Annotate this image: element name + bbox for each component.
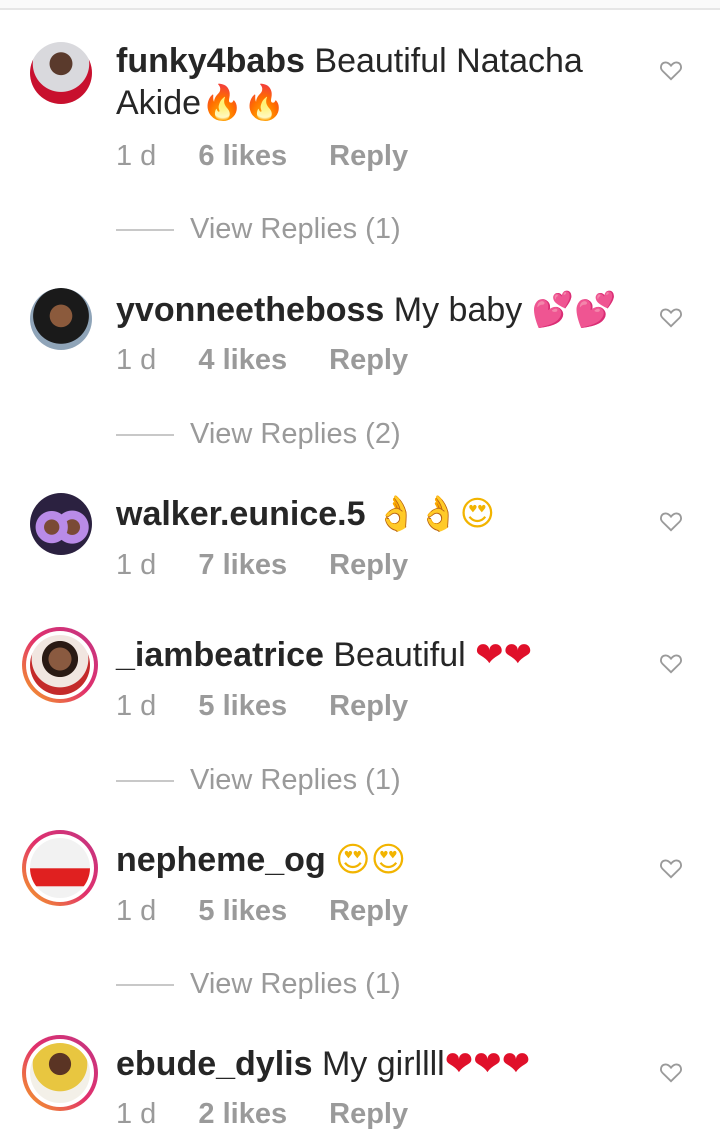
comment-text: funky4babs Beautiful Natacha Akide🔥🔥 bbox=[116, 40, 636, 124]
view-replies-button[interactable]: View Replies (1) bbox=[116, 968, 401, 1001]
comment-meta: 1 d 5 likes Reply bbox=[116, 895, 442, 928]
view-replies-label: View Replies (1) bbox=[190, 764, 401, 796]
ok-hand-emoji: 👌👌😍 bbox=[374, 494, 496, 534]
fire-emoji: 🔥🔥 bbox=[201, 83, 286, 123]
comment-username[interactable]: nepheme_og bbox=[116, 841, 326, 879]
view-replies-button[interactable]: View Replies (1) bbox=[116, 213, 401, 246]
comment-likes[interactable]: 5 likes bbox=[198, 895, 287, 927]
comment-text: _iambeatrice Beautiful ❤❤ bbox=[116, 634, 636, 676]
comment-meta: 1 d 2 likes Reply bbox=[116, 1098, 442, 1131]
comment-body: My girllll bbox=[321, 1045, 445, 1083]
like-heart-icon[interactable] bbox=[658, 57, 684, 83]
comment-time: 1 d bbox=[116, 690, 157, 722]
comment-likes[interactable]: 5 likes bbox=[198, 690, 287, 722]
view-replies-button[interactable]: View Replies (2) bbox=[116, 418, 401, 451]
red-heart-emoji: ❤❤❤ bbox=[444, 1044, 531, 1084]
reply-button[interactable]: Reply bbox=[329, 895, 408, 927]
view-replies-label: View Replies (1) bbox=[190, 968, 401, 1000]
reply-button[interactable]: Reply bbox=[329, 140, 408, 172]
replies-divider bbox=[116, 780, 174, 783]
top-divider bbox=[0, 0, 720, 10]
comment-meta: 1 d 7 likes Reply bbox=[116, 549, 442, 582]
replies-divider bbox=[116, 229, 174, 232]
comment-time: 1 d bbox=[116, 895, 157, 927]
reply-button[interactable]: Reply bbox=[329, 344, 408, 376]
comment-username[interactable]: _iambeatrice bbox=[116, 636, 324, 674]
replies-divider bbox=[116, 984, 174, 987]
reply-button[interactable]: Reply bbox=[329, 690, 408, 722]
like-heart-icon[interactable] bbox=[658, 855, 684, 881]
reply-button[interactable]: Reply bbox=[329, 549, 408, 581]
view-replies-label: View Replies (2) bbox=[190, 418, 401, 450]
heart-eyes-emoji: 😍😍 bbox=[335, 840, 407, 880]
comment-likes[interactable]: 6 likes bbox=[198, 140, 287, 172]
comment-time: 1 d bbox=[116, 140, 157, 172]
replies-divider bbox=[116, 434, 174, 437]
comment-username[interactable]: yvonneetheboss bbox=[116, 291, 384, 329]
reply-button[interactable]: Reply bbox=[329, 1098, 408, 1130]
red-heart-emoji: ❤❤ bbox=[475, 635, 533, 675]
view-replies-label: View Replies (1) bbox=[190, 213, 401, 245]
comment-text: ebude_dylis My girllll❤❤❤ bbox=[116, 1043, 636, 1085]
like-heart-icon[interactable] bbox=[658, 508, 684, 534]
comment-time: 1 d bbox=[116, 1098, 157, 1130]
avatar-story-ring[interactable] bbox=[22, 1035, 98, 1111]
two-hearts-emoji: 💕💕 bbox=[531, 290, 617, 330]
avatar-story-ring[interactable] bbox=[22, 627, 98, 703]
comment-body: Beautiful bbox=[333, 636, 466, 674]
comment-likes[interactable]: 7 likes bbox=[198, 549, 287, 581]
comment-username[interactable]: ebude_dylis bbox=[116, 1045, 313, 1083]
view-replies-button[interactable]: View Replies (1) bbox=[116, 764, 401, 797]
comment-body: My baby bbox=[393, 291, 523, 329]
comment-username[interactable]: walker.eunice.5 bbox=[116, 495, 366, 533]
comment-text: yvonneetheboss My baby 💕💕 bbox=[116, 289, 636, 331]
comment-likes[interactable]: 2 likes bbox=[198, 1098, 287, 1130]
avatar-story-ring[interactable] bbox=[22, 830, 98, 906]
like-heart-icon[interactable] bbox=[658, 650, 684, 676]
comment-likes[interactable]: 4 likes bbox=[198, 344, 287, 376]
comment-meta: 1 d 5 likes Reply bbox=[116, 690, 442, 723]
like-heart-icon[interactable] bbox=[658, 304, 684, 330]
comment-meta: 1 d 4 likes Reply bbox=[116, 344, 442, 377]
comment-text: nepheme_og 😍😍 bbox=[116, 839, 636, 881]
comment-meta: 1 d 6 likes Reply bbox=[116, 140, 442, 173]
like-heart-icon[interactable] bbox=[658, 1059, 684, 1085]
comment-username[interactable]: funky4babs bbox=[116, 42, 305, 80]
avatar[interactable] bbox=[30, 493, 92, 555]
comment-time: 1 d bbox=[116, 549, 157, 581]
comment-time: 1 d bbox=[116, 344, 157, 376]
avatar[interactable] bbox=[30, 288, 92, 350]
avatar[interactable] bbox=[30, 42, 92, 104]
comment-text: walker.eunice.5 👌👌😍 bbox=[116, 493, 636, 535]
